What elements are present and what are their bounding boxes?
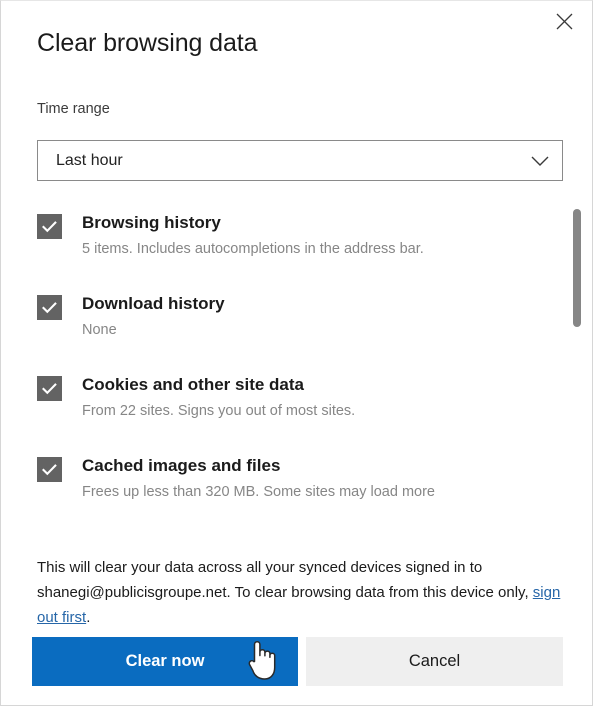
list-item-title: Download history bbox=[82, 294, 225, 313]
data-types-list: Browsing history 5 items. Includes autoc… bbox=[1, 201, 592, 508]
check-icon bbox=[42, 220, 57, 232]
sync-note-text-end: . bbox=[86, 609, 91, 626]
dialog-title: Clear browsing data bbox=[37, 29, 258, 57]
cookies-checkbox[interactable] bbox=[37, 376, 62, 401]
close-button[interactable] bbox=[542, 3, 586, 39]
browsing-history-checkbox[interactable] bbox=[37, 214, 62, 239]
list-item-title: Cookies and other site data bbox=[82, 375, 304, 394]
chevron-down-icon bbox=[518, 155, 562, 167]
sync-note: This will clear your data across all you… bbox=[37, 555, 567, 630]
list-item-download-history[interactable]: Download history None bbox=[37, 292, 517, 341]
check-icon bbox=[42, 382, 57, 394]
clear-browsing-data-dialog: Clear browsing data Time range Last hour… bbox=[0, 0, 593, 706]
time-range-value: Last hour bbox=[56, 151, 123, 169]
download-history-checkbox[interactable] bbox=[37, 295, 62, 320]
sync-note-text: This will clear your data across all you… bbox=[37, 559, 533, 601]
cached-images-checkbox[interactable] bbox=[37, 457, 62, 482]
list-item-browsing-history[interactable]: Browsing history 5 items. Includes autoc… bbox=[37, 211, 517, 260]
time-range-label: Time range bbox=[37, 101, 110, 117]
close-icon bbox=[556, 13, 573, 30]
scrollbar-thumb[interactable] bbox=[573, 209, 581, 327]
check-icon bbox=[42, 301, 57, 313]
check-icon bbox=[42, 463, 57, 475]
list-item-description: None bbox=[82, 322, 117, 338]
list-item-cookies[interactable]: Cookies and other site data From 22 site… bbox=[37, 373, 517, 422]
list-item-title: Cached images and files bbox=[82, 456, 281, 475]
list-item-description: From 22 sites. Signs you out of most sit… bbox=[82, 403, 356, 419]
list-item-description: Frees up less than 320 MB. Some sites ma… bbox=[82, 484, 435, 500]
clear-now-button[interactable]: Clear now bbox=[32, 637, 298, 686]
list-scrollbar[interactable] bbox=[570, 201, 584, 508]
list-item-description: 5 items. Includes autocompletions in the… bbox=[82, 241, 424, 257]
list-item-cached-images[interactable]: Cached images and files Frees up less th… bbox=[37, 454, 517, 503]
list-item-title: Browsing history bbox=[82, 213, 221, 232]
cancel-button[interactable]: Cancel bbox=[306, 637, 563, 686]
time-range-select[interactable]: Last hour bbox=[37, 140, 563, 181]
